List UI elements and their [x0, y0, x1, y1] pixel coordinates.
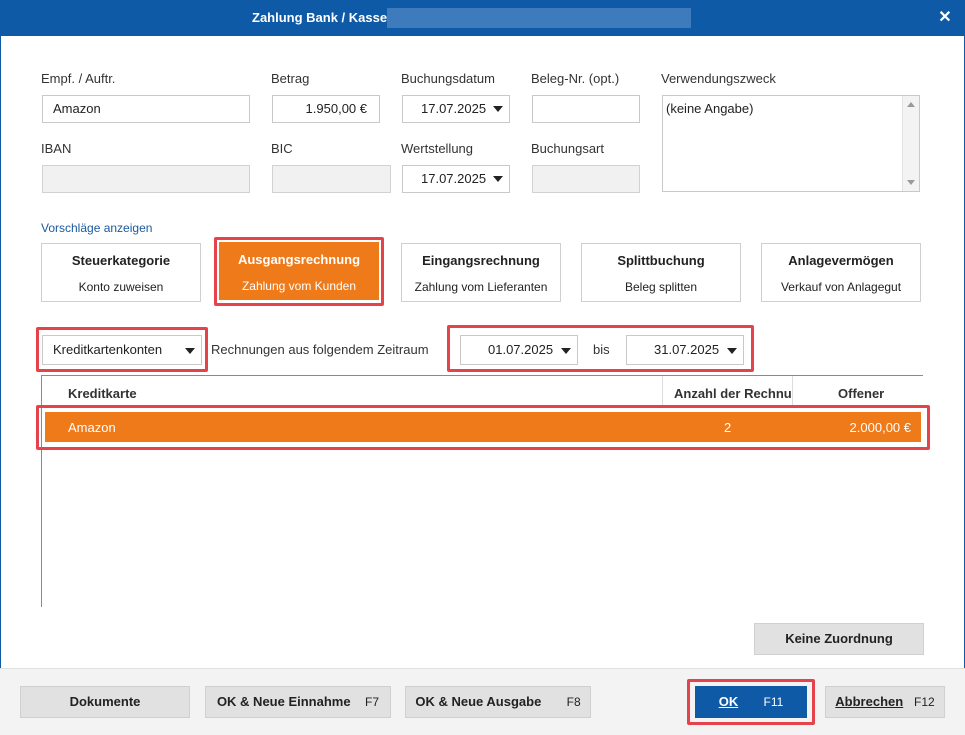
card-title: Eingangsrechnung: [422, 253, 540, 268]
ok-new-expense-button[interactable]: OK & Neue Ausgabe F8: [405, 686, 591, 718]
column-header-saldo[interactable]: Offener Saldo: [838, 376, 923, 437]
ok-new-income-button[interactable]: OK & Neue Einnahme F7: [205, 686, 391, 718]
blurred-title-area: [387, 8, 691, 28]
card-subtitle: Verkauf von Anlagegut: [780, 280, 902, 294]
chevron-down-icon: [493, 176, 503, 182]
card-title: Splittbuchung: [617, 253, 705, 268]
booking-date-value: 17.07.2025: [421, 101, 487, 116]
highlight-frame: [36, 327, 208, 372]
purpose-value: (keine Angabe): [666, 101, 754, 116]
shortcut-key: F7: [365, 695, 380, 709]
highlight-frame: [36, 405, 930, 450]
value-date-label: Wertstellung: [401, 141, 474, 156]
iban-input[interactable]: [42, 165, 250, 193]
card-title: Anlagevermögen: [788, 253, 894, 268]
column-header-kreditkarte[interactable]: Kreditkarte: [68, 376, 137, 406]
column-separator: [792, 376, 793, 406]
period-label: Rechnungen aus folgendem Zeitraum: [211, 342, 429, 357]
amount-label: Betrag: [271, 71, 310, 86]
bic-input[interactable]: [272, 165, 391, 193]
card-subtitle: Konto zuweisen: [78, 280, 164, 294]
close-icon[interactable]: ✕: [930, 6, 960, 30]
chevron-down-icon: [493, 106, 503, 112]
purpose-label: Verwendungszweck: [661, 71, 776, 86]
title-bar: Zahlung Bank / Kasse ✕: [0, 0, 965, 36]
value-date-value: 17.07.2025: [421, 171, 487, 186]
highlight-frame: [447, 325, 754, 372]
card-subtitle: Beleg splitten: [624, 280, 698, 294]
value-date-dropdown[interactable]: 17.07.2025: [402, 165, 510, 193]
booking-date-dropdown[interactable]: 17.07.2025: [402, 95, 510, 123]
card-splittbuchung[interactable]: Splittbuchung Beleg splitten: [581, 243, 741, 302]
scroll-up-icon[interactable]: [907, 102, 915, 107]
card-subtitle: Zahlung vom Lieferanten: [414, 280, 548, 294]
show-suggestions-link[interactable]: Vorschläge anzeigen: [41, 221, 152, 235]
card-anlagevermoegen[interactable]: Anlagevermögen Verkauf von Anlagegut: [761, 243, 921, 302]
no-assignment-button[interactable]: Keine Zuordnung: [754, 623, 924, 655]
cancel-button[interactable]: Abbrechen F12: [825, 686, 945, 718]
cancel-label: Abbrechen: [835, 694, 904, 709]
window-title: Zahlung Bank / Kasse: [252, 10, 388, 25]
booking-type-label: Buchungsart: [531, 141, 604, 156]
column-header-anzahl[interactable]: Anzahl der Rechnu: [674, 376, 792, 406]
ok-new-expense-label: OK & Neue Ausgabe: [415, 694, 542, 709]
receipt-no-input[interactable]: [532, 95, 640, 123]
ok-new-income-label: OK & Neue Einnahme: [216, 694, 351, 709]
card-eingangsrechnung[interactable]: Eingangsrechnung Zahlung vom Lieferanten: [401, 243, 561, 302]
shortcut-key: F8: [566, 695, 581, 709]
scroll-down-icon[interactable]: [907, 180, 915, 185]
booking-date-label: Buchungsdatum: [401, 71, 495, 86]
shortcut-key: F12: [914, 695, 935, 709]
documents-button[interactable]: Dokumente: [20, 686, 190, 718]
recipient-input[interactable]: Amazon: [42, 95, 250, 123]
recipient-label: Empf. / Auftr.: [41, 71, 116, 86]
purpose-scrollbar[interactable]: [902, 96, 919, 191]
card-steuerkategorie[interactable]: Steuerkategorie Konto zuweisen: [41, 243, 201, 302]
column-separator: [662, 376, 663, 406]
card-title: Steuerkategorie: [71, 253, 171, 268]
receipt-no-label: Beleg-Nr. (opt.): [531, 71, 620, 86]
window-border-left: [0, 36, 1, 734]
amount-input[interactable]: 1.950,00 €: [272, 95, 380, 123]
highlight-frame: [214, 237, 384, 306]
booking-type-input[interactable]: [532, 165, 640, 193]
purpose-textarea[interactable]: (keine Angabe): [662, 95, 920, 192]
bic-label: BIC: [271, 141, 293, 156]
highlight-frame: [687, 679, 815, 725]
iban-label: IBAN: [41, 141, 72, 156]
